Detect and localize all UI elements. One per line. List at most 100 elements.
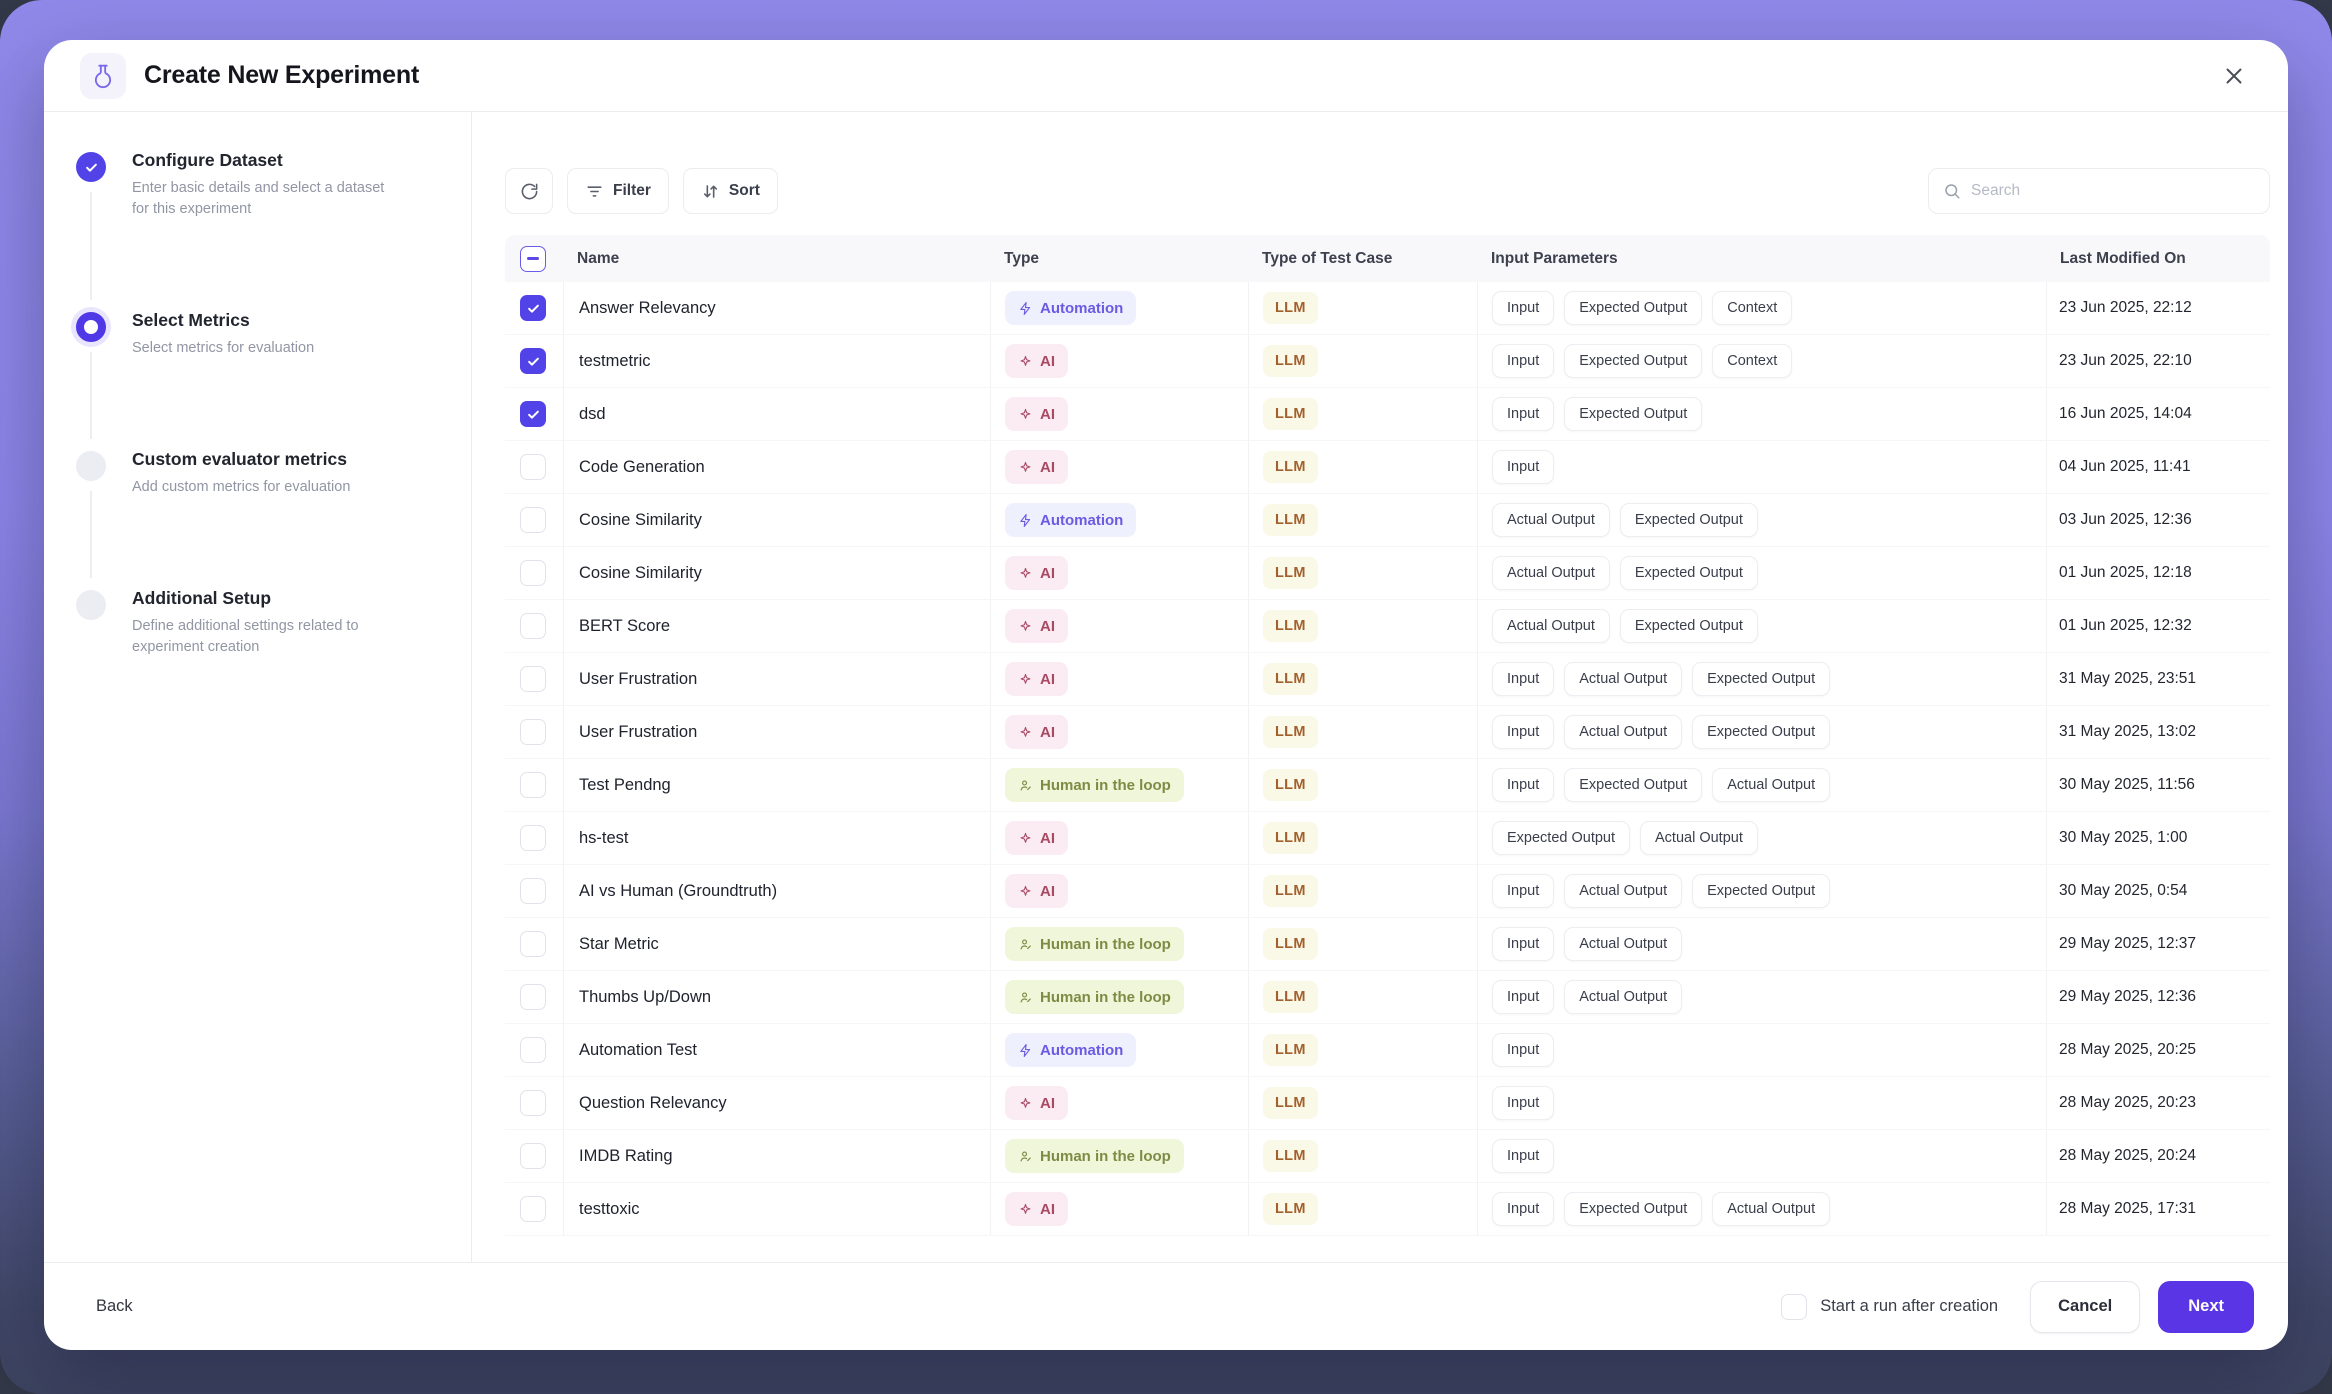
sort-button[interactable]: Sort xyxy=(683,168,778,214)
input-parameters-cell: InputExpected OutputActual Output xyxy=(1477,1183,2046,1235)
table-row[interactable]: Thumbs Up/DownHuman in the loopLLMInputA… xyxy=(505,971,2270,1024)
row-checkbox-cell xyxy=(505,653,563,705)
input-parameter-chip: Input xyxy=(1492,715,1554,749)
row-checkbox[interactable] xyxy=(520,401,546,427)
step-item[interactable]: Configure DatasetEnter basic details and… xyxy=(76,150,443,310)
type-cell: Human in the loop xyxy=(990,759,1248,811)
table-row[interactable]: dsdAILLMInputExpected Output16 Jun 2025,… xyxy=(505,388,2270,441)
table-row[interactable]: Answer RelevancyAutomationLLMInputExpect… xyxy=(505,282,2270,335)
sparkle-icon xyxy=(1018,1096,1033,1111)
test-case-badge: LLM xyxy=(1263,610,1318,642)
row-checkbox[interactable] xyxy=(520,1090,546,1116)
type-badge-label: AI xyxy=(1040,459,1055,476)
sparkle-icon xyxy=(1018,725,1033,740)
type-badge-label: Human in the loop xyxy=(1040,1148,1171,1165)
table-row[interactable]: testmetricAILLMInputExpected OutputConte… xyxy=(505,335,2270,388)
type-badge-label: Automation xyxy=(1040,300,1123,317)
input-parameter-chip: Expected Output xyxy=(1620,556,1758,590)
row-checkbox[interactable] xyxy=(520,878,546,904)
metric-name: Question Relevancy xyxy=(563,1077,990,1129)
row-checkbox[interactable] xyxy=(520,454,546,480)
search-input[interactable] xyxy=(1971,182,2255,200)
input-parameter-chip: Input xyxy=(1492,1139,1554,1173)
row-checkbox[interactable] xyxy=(520,1037,546,1063)
row-checkbox[interactable] xyxy=(520,825,546,851)
input-parameter-chip: Actual Output xyxy=(1492,556,1610,590)
last-modified: 03 Jun 2025, 12:36 xyxy=(2046,494,2270,546)
step-item[interactable]: Select MetricsSelect metrics for evaluat… xyxy=(76,310,443,449)
table-row[interactable]: Test PendngHuman in the loopLLMInputExpe… xyxy=(505,759,2270,812)
row-checkbox[interactable] xyxy=(520,931,546,957)
table-row[interactable]: Star MetricHuman in the loopLLMInputActu… xyxy=(505,918,2270,971)
row-checkbox-cell xyxy=(505,706,563,758)
test-case-badge: LLM xyxy=(1263,1034,1318,1066)
test-case-cell: LLM xyxy=(1248,918,1477,970)
step-upcoming-indicator xyxy=(76,451,106,481)
last-modified: 28 May 2025, 20:25 xyxy=(2046,1024,2270,1076)
next-button[interactable]: Next xyxy=(2158,1281,2254,1333)
row-checkbox-cell xyxy=(505,441,563,493)
row-checkbox[interactable] xyxy=(520,348,546,374)
last-modified: 23 Jun 2025, 22:12 xyxy=(2046,282,2270,334)
input-parameter-chip: Expected Output xyxy=(1564,768,1702,802)
table-row[interactable]: Cosine SimilarityAutomationLLMActual Out… xyxy=(505,494,2270,547)
row-checkbox[interactable] xyxy=(520,772,546,798)
close-button[interactable] xyxy=(2216,58,2252,94)
last-modified: 23 Jun 2025, 22:10 xyxy=(2046,335,2270,387)
row-checkbox[interactable] xyxy=(520,719,546,745)
table-row[interactable]: Code GenerationAILLMInput04 Jun 2025, 11… xyxy=(505,441,2270,494)
input-parameters-cell: InputExpected OutputActual Output xyxy=(1477,759,2046,811)
type-cell: Human in the loop xyxy=(990,971,1248,1023)
row-checkbox-cell xyxy=(505,600,563,652)
row-checkbox[interactable] xyxy=(520,560,546,586)
table-row[interactable]: BERT ScoreAILLMActual OutputExpected Out… xyxy=(505,600,2270,653)
metric-name: testtoxic xyxy=(563,1183,990,1235)
type-badge: Human in the loop xyxy=(1005,768,1184,802)
lightning-icon xyxy=(1018,301,1033,316)
table-row[interactable]: testtoxicAILLMInputExpected OutputActual… xyxy=(505,1183,2270,1236)
search-box xyxy=(1928,168,2270,214)
step-item[interactable]: Custom evaluator metricsAdd custom metri… xyxy=(76,449,443,588)
row-checkbox[interactable] xyxy=(520,984,546,1010)
table-row[interactable]: Question RelevancyAILLMInput28 May 2025,… xyxy=(505,1077,2270,1130)
row-checkbox[interactable] xyxy=(520,295,546,321)
select-all-checkbox[interactable] xyxy=(520,246,546,272)
table-row[interactable]: AI vs Human (Groundtruth)AILLMInputActua… xyxy=(505,865,2270,918)
table-row[interactable]: User FrustrationAILLMInputActual OutputE… xyxy=(505,706,2270,759)
type-badge: Human in the loop xyxy=(1005,927,1184,961)
row-checkbox[interactable] xyxy=(520,1143,546,1169)
input-parameter-chip: Expected Output xyxy=(1692,662,1830,696)
test-case-cell: LLM xyxy=(1248,600,1477,652)
test-case-badge: LLM xyxy=(1263,345,1318,377)
cancel-button[interactable]: Cancel xyxy=(2030,1281,2140,1333)
person-icon xyxy=(1018,990,1033,1005)
table-row[interactable]: Cosine SimilarityAILLMActual OutputExpec… xyxy=(505,547,2270,600)
row-checkbox[interactable] xyxy=(520,507,546,533)
step-text: Configure DatasetEnter basic details and… xyxy=(132,150,404,220)
last-modified: 28 May 2025, 20:24 xyxy=(2046,1130,2270,1182)
run-after-creation-checkbox[interactable] xyxy=(1781,1294,1807,1320)
table-row[interactable]: IMDB RatingHuman in the loopLLMInput28 M… xyxy=(505,1130,2270,1183)
last-modified: 16 Jun 2025, 14:04 xyxy=(2046,388,2270,440)
refresh-button[interactable] xyxy=(505,168,553,214)
step-item[interactable]: Additional SetupDefine additional settin… xyxy=(76,588,443,658)
filter-button[interactable]: Filter xyxy=(567,168,669,214)
table-row[interactable]: User FrustrationAILLMInputActual OutputE… xyxy=(505,653,2270,706)
row-checkbox-cell xyxy=(505,865,563,917)
test-case-badge: LLM xyxy=(1263,1087,1318,1119)
type-cell: AI xyxy=(990,1077,1248,1129)
back-button[interactable]: Back xyxy=(96,1297,133,1316)
metric-name: Cosine Similarity xyxy=(563,494,990,546)
table-row[interactable]: hs-testAILLMExpected OutputActual Output… xyxy=(505,812,2270,865)
row-checkbox[interactable] xyxy=(520,666,546,692)
steps-sidebar: Configure DatasetEnter basic details and… xyxy=(44,112,472,1262)
row-checkbox[interactable] xyxy=(520,613,546,639)
row-checkbox[interactable] xyxy=(520,1196,546,1222)
type-badge-label: AI xyxy=(1040,671,1055,688)
test-case-badge: LLM xyxy=(1263,769,1318,801)
step-title: Custom evaluator metrics xyxy=(132,449,350,470)
input-parameter-chip: Actual Output xyxy=(1564,874,1682,908)
table-row[interactable]: Automation TestAutomationLLMInput28 May … xyxy=(505,1024,2270,1077)
input-parameter-chip: Input xyxy=(1492,874,1554,908)
test-case-badge: LLM xyxy=(1263,398,1318,430)
